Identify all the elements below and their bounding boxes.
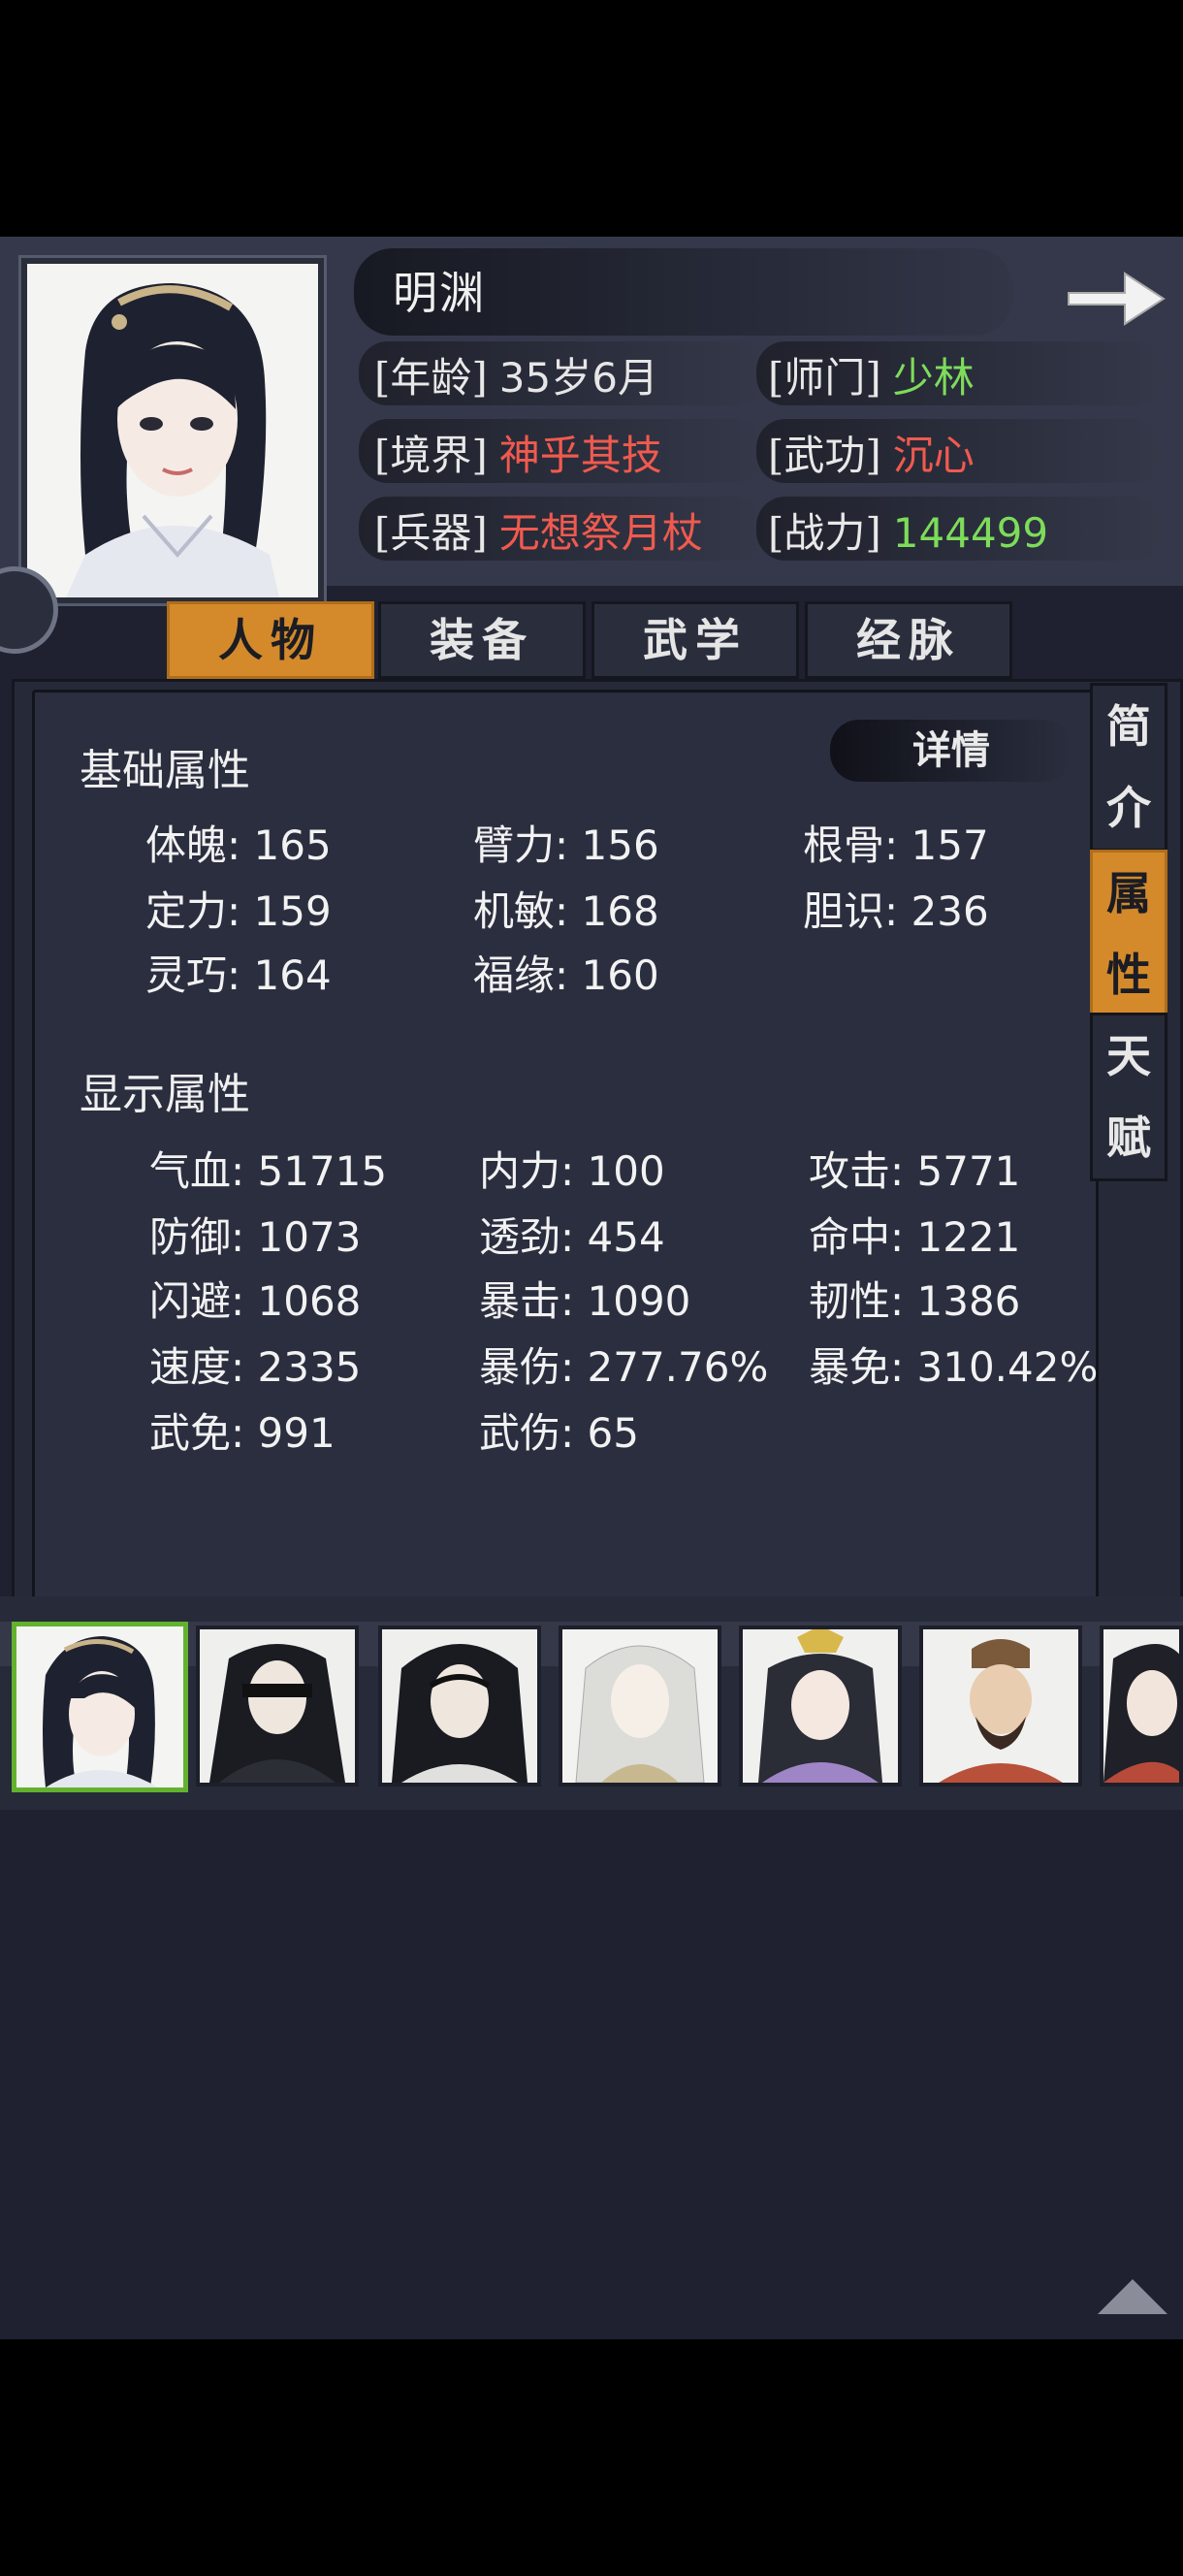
portrait-crowned-woman-icon [743, 1629, 898, 1783]
stat-dexterity: 灵巧: 164 [145, 951, 332, 999]
side-tab-text: 属 [1106, 867, 1151, 919]
character-header: 明渊 [年龄] 35岁6月 [师门] 少林 [境界] 神乎其技 [武功] 沉心 [兵器]… [0, 237, 1183, 603]
stat-dodge: 闪避: 1068 [149, 1277, 362, 1325]
roster-portrait-5[interactable] [739, 1626, 902, 1787]
side-tab-text: 简 [1106, 700, 1151, 753]
roster-portrait-2[interactable] [196, 1626, 359, 1787]
tab-equipment[interactable]: 装备 [378, 601, 586, 679]
martial-label: [武功] [768, 432, 881, 479]
stat-strength: 臂力: 156 [473, 821, 659, 869]
status-bar-area [0, 0, 1183, 237]
age-label: [年龄] [374, 354, 488, 402]
age-row: [年龄] 35岁6月 [374, 345, 658, 404]
stat-crit-resist: 暴免: 310.42% [809, 1343, 1099, 1391]
roster-portrait-4[interactable] [559, 1626, 721, 1787]
weapon-label: [兵器] [374, 509, 488, 557]
stat-attack: 攻击: 5771 [809, 1147, 1021, 1195]
martial-row: [武功] 沉心 [768, 423, 975, 482]
realm-label: [境界] [374, 432, 488, 479]
sect-value[interactable]: 少林 [893, 354, 975, 402]
character-name: 明渊 [393, 267, 486, 319]
realm-row: [境界] 神乎其技 [374, 423, 662, 482]
portrait-heroine-icon [16, 1626, 183, 1787]
heroine-portrait-icon [27, 264, 318, 597]
stat-accuracy: 命中: 1221 [809, 1213, 1021, 1261]
stat-martial-resist: 武免: 991 [149, 1409, 336, 1457]
power-label: [战力] [768, 509, 881, 557]
attribute-card: 基础属性 详情 体魄: 165 臂力: 156 根骨: 157 定力: 159 … [32, 690, 1099, 1714]
side-tab-talents[interactable]: 天 赋 [1090, 1013, 1167, 1181]
weapon-row: [兵器] 无想祭月杖 [374, 500, 703, 560]
triangle-up-icon[interactable] [1098, 2279, 1167, 2314]
stat-inner-power: 内力: 100 [479, 1147, 665, 1195]
realm-value[interactable]: 神乎其技 [499, 432, 662, 479]
attribute-panel: 基础属性 详情 体魄: 165 臂力: 156 根骨: 157 定力: 159 … [12, 679, 1183, 1744]
stat-crit: 暴击: 1090 [479, 1277, 691, 1325]
navigation-bar-area [0, 2339, 1183, 2576]
stat-constitution: 根骨: 157 [803, 821, 989, 869]
stat-crit-damage: 暴伤: 277.76% [479, 1343, 769, 1391]
tab-martial-arts[interactable]: 武学 [592, 601, 799, 679]
weapon-value[interactable]: 无想祭月杖 [499, 509, 703, 557]
side-tab-text: 介 [1106, 782, 1151, 834]
portrait-blindfolded-swordsman-icon [200, 1629, 355, 1783]
power-value: 144499 [892, 509, 1049, 557]
detail-button[interactable]: 详情 [830, 720, 1072, 782]
stat-hp: 气血: 51715 [149, 1147, 388, 1195]
stat-physique: 体魄: 165 [145, 821, 332, 869]
side-tab-text: 赋 [1106, 1111, 1151, 1164]
sect-row: [师门] 少林 [768, 345, 975, 404]
portrait-bearded-general-icon [923, 1629, 1078, 1783]
arrow-right-icon [1068, 272, 1166, 326]
stat-martial-damage: 武伤: 65 [479, 1409, 639, 1457]
stat-agility: 机敏: 168 [473, 887, 659, 935]
stat-defense: 防御: 1073 [149, 1213, 362, 1261]
side-tab-text: 天 [1106, 1030, 1151, 1082]
age-value: 35岁6月 [498, 354, 658, 402]
sect-label: [师门] [768, 354, 881, 402]
base-attributes-title: 基础属性 [80, 746, 250, 795]
roster-portrait-1[interactable] [12, 1622, 188, 1792]
power-row: [战力] 144499 [768, 500, 1048, 560]
stat-composure: 定力: 159 [145, 887, 332, 935]
portrait-long-hair-swordsman-icon [382, 1629, 537, 1783]
side-tab-attributes[interactable]: 属 性 [1090, 850, 1167, 1018]
side-tab-intro[interactable]: 简 介 [1090, 683, 1167, 852]
side-tab-text: 性 [1106, 949, 1151, 1001]
portrait-white-hair-woman-icon [562, 1629, 718, 1783]
stat-speed: 速度: 2335 [149, 1343, 362, 1391]
roster-portrait-6[interactable] [919, 1626, 1082, 1787]
roster-portrait-7[interactable] [1100, 1626, 1183, 1787]
display-attributes-title: 显示属性 [80, 1070, 250, 1119]
tab-character[interactable]: 人物 [167, 601, 374, 679]
portrait-partial-icon [1103, 1629, 1179, 1783]
martial-value[interactable]: 沉心 [893, 432, 975, 479]
next-character-button[interactable] [1063, 260, 1169, 338]
character-portrait[interactable] [21, 258, 324, 603]
stat-fortune: 福缘: 160 [473, 951, 659, 999]
roster-portrait-3[interactable] [378, 1626, 541, 1787]
tab-meridians[interactable]: 经脉 [805, 601, 1012, 679]
stat-toughness: 韧性: 1386 [809, 1277, 1021, 1325]
stat-penetration: 透劲: 454 [479, 1213, 665, 1261]
character-screen: 明渊 [年龄] 35岁6月 [师门] 少林 [境界] 神乎其技 [武功] 沉心 [兵器]… [0, 237, 1183, 2339]
stat-courage: 胆识: 236 [803, 887, 989, 935]
